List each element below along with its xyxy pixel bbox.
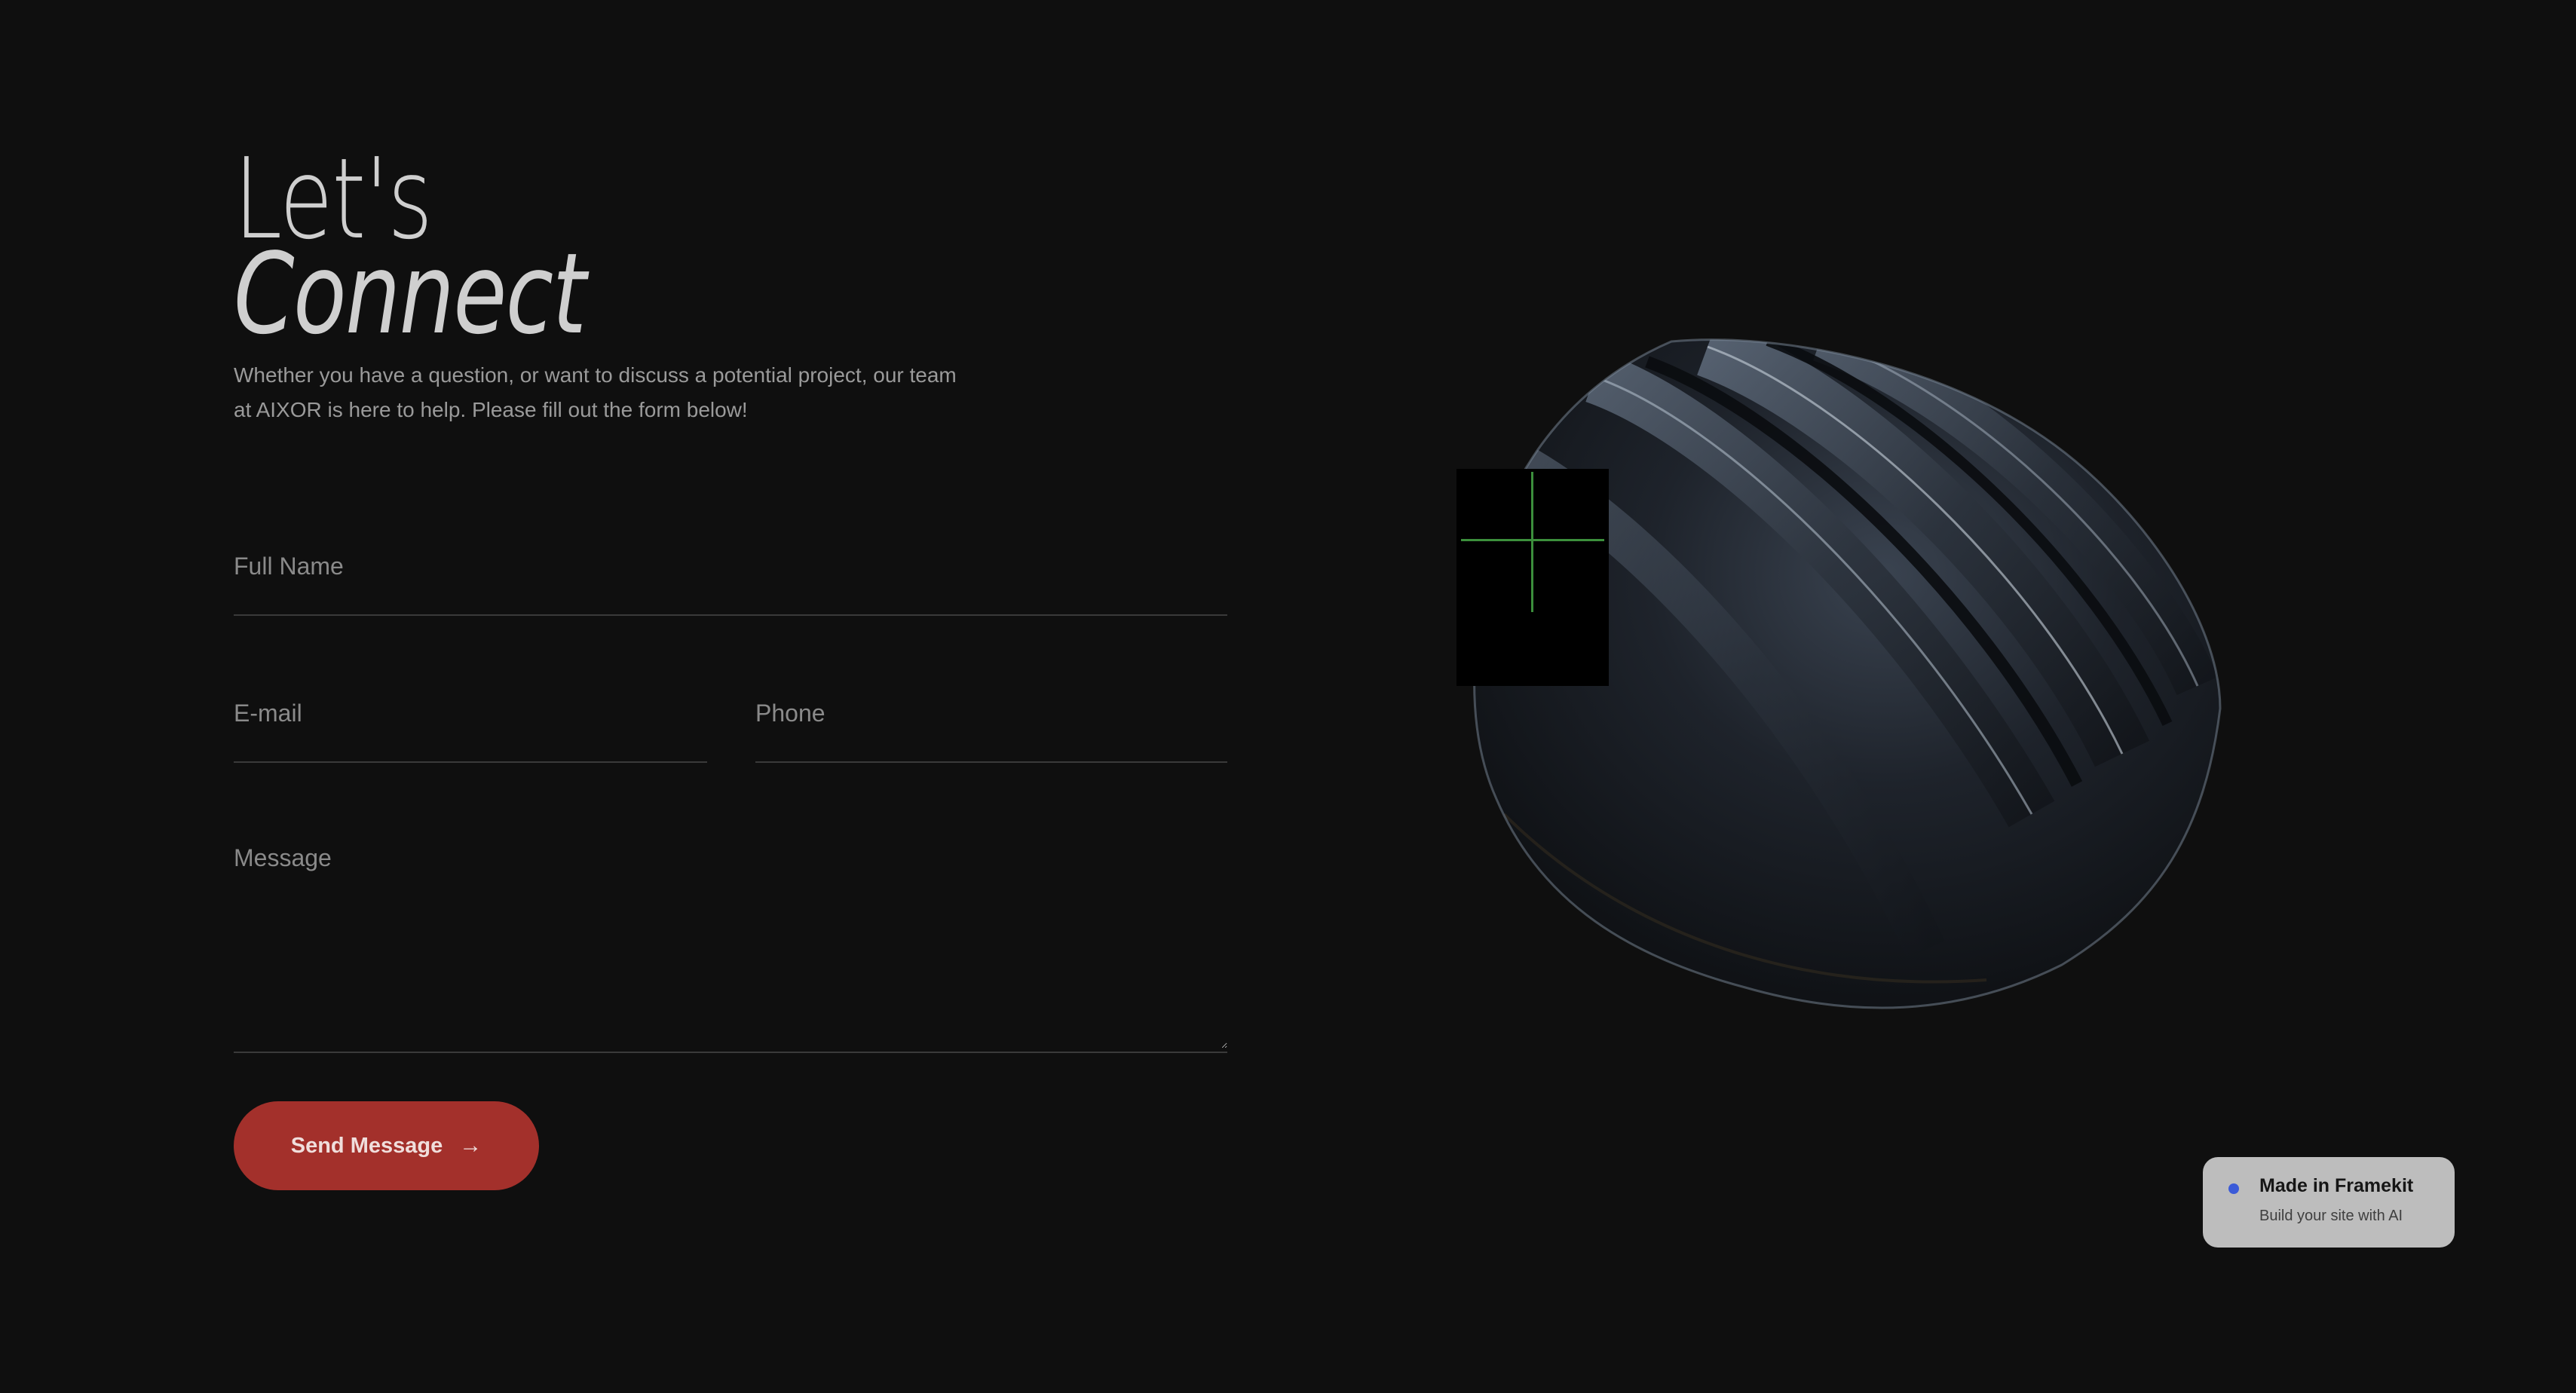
phone-input[interactable] xyxy=(755,693,1227,733)
intro-text: Whether you have a question, or want to … xyxy=(234,363,957,421)
crosshair-overlay xyxy=(1456,469,1609,686)
made-in-framekit-badge[interactable]: Made in Framekit Build your site with AI xyxy=(2203,1157,2455,1248)
crosshair-vertical-line xyxy=(1531,472,1533,612)
badge-subtitle: Build your site with AI xyxy=(2259,1208,2403,1224)
page-title: Let's Connect xyxy=(234,143,587,359)
full-name-input[interactable] xyxy=(234,546,1227,586)
send-message-label: Send Message xyxy=(290,1133,443,1158)
send-message-button[interactable]: Send Message → xyxy=(234,1101,539,1190)
full-name-field-wrapper xyxy=(234,546,1227,616)
status-dot-icon xyxy=(2228,1183,2239,1194)
email-field-wrapper xyxy=(234,693,707,763)
phone-field-wrapper xyxy=(755,693,1227,763)
arrow-right-icon: → xyxy=(459,1133,482,1158)
message-field-wrapper xyxy=(234,840,1227,1053)
message-textarea[interactable] xyxy=(234,840,1227,1049)
headline-connect: Connect xyxy=(234,229,587,359)
email-input[interactable] xyxy=(234,693,707,733)
badge-title: Made in Framekit xyxy=(2259,1175,2414,1196)
